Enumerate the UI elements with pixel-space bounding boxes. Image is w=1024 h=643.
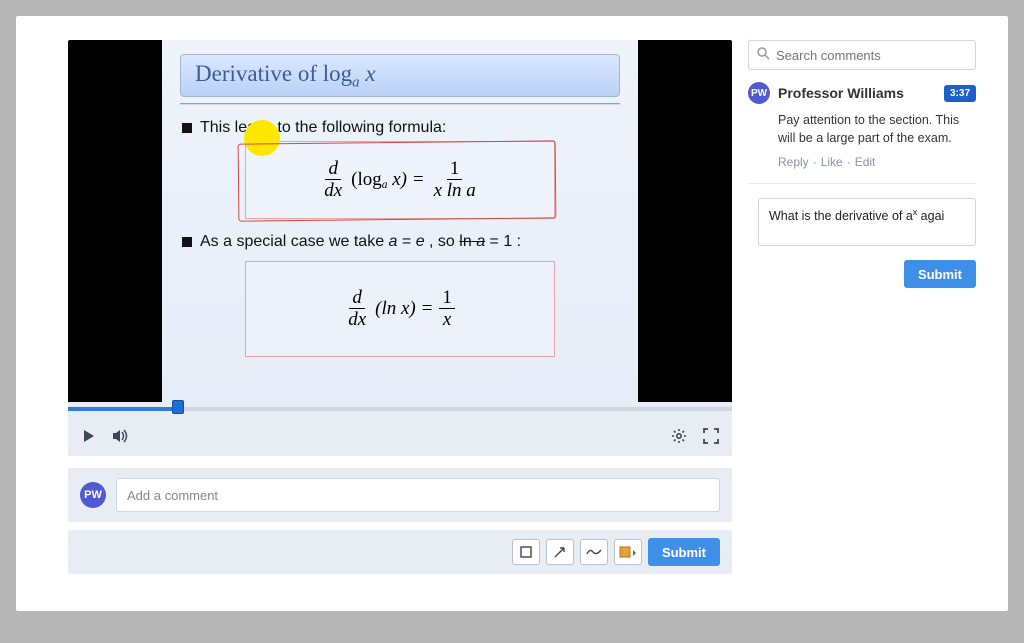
b2-a2: a (476, 233, 485, 250)
bullet-2: As a special case we take a = e , so ln … (182, 233, 638, 251)
slide-title-sub: a (352, 75, 359, 91)
slide-title-x: x (365, 61, 375, 86)
b2-ln: ln a (459, 233, 485, 250)
eq2-d-top: d (349, 288, 365, 309)
avatar: PW (80, 482, 106, 508)
search-comments[interactable] (748, 40, 976, 70)
slide-title-box: Derivative of loga x (180, 54, 620, 97)
eq2-lhs-frac: d dx (345, 288, 369, 329)
progress-bar[interactable] (68, 402, 732, 416)
comment-author: Professor Williams (778, 85, 936, 101)
eq1-d-top: d (325, 159, 341, 180)
b2-e: e (416, 233, 425, 250)
lecture-slide: Derivative of loga x This leads to the f… (162, 40, 638, 402)
progress-fill (68, 407, 179, 411)
equation-box-1: d dx (loga x) = 1 x ln a (245, 141, 555, 219)
like-link[interactable]: Like (821, 155, 843, 169)
comment-input[interactable] (116, 478, 720, 512)
b2-ln-txt: ln (459, 233, 471, 250)
eq2-rhs-bot: x (440, 309, 454, 329)
equation-box-2: d dx (ln x) = 1 x (245, 261, 555, 357)
eq2-rhs-top: 1 (439, 288, 455, 309)
progress-thumb[interactable] (172, 400, 184, 414)
play-icon[interactable] (80, 427, 98, 445)
eq2-mid: (ln x) = (375, 298, 433, 320)
eq1-mid-post: x) = (387, 169, 424, 190)
comments-sidebar: PW Professor Williams 3:37 Pay attention… (748, 40, 976, 595)
volume-icon[interactable] (112, 427, 130, 445)
comment-item: PW Professor Williams 3:37 Pay attention… (748, 82, 976, 184)
search-input[interactable] (776, 48, 967, 63)
comment-header: PW Professor Williams 3:37 (748, 82, 976, 104)
equation-1: d dx (loga x) = 1 x ln a (321, 159, 479, 200)
sep: · (847, 155, 851, 169)
tool-rectangle[interactable] (512, 539, 540, 565)
eq1-mid: (loga x) = (351, 169, 424, 191)
player-controls (68, 416, 732, 456)
reply-pre: What is the derivative of a (769, 209, 913, 223)
submit-button[interactable]: Submit (904, 260, 976, 288)
letterbox-right (638, 40, 710, 402)
slide-title: Derivative of loga x (195, 61, 605, 92)
eq1-d-bot: dx (321, 180, 345, 200)
submit-button[interactable]: Submit (648, 538, 720, 566)
b2-so: , so (425, 233, 460, 250)
bullet-icon (182, 123, 192, 133)
tool-color-picker[interactable] (614, 539, 642, 565)
bullet-icon (182, 237, 192, 247)
video-player: Derivative of loga x This leads to the f… (68, 40, 732, 456)
reply-submit-row: Submit (748, 260, 976, 288)
reply-post: agai (917, 209, 944, 223)
timestamp-badge[interactable]: 3:37 (944, 85, 976, 102)
slide-title-text: Derivative of log (195, 61, 352, 86)
reply-input[interactable]: What is the derivative of ax agai (758, 198, 976, 246)
b2-eq1: = (397, 233, 415, 250)
edit-link[interactable]: Edit (855, 155, 876, 169)
eq1-lhs-frac: d dx (321, 159, 345, 200)
eq2-rhs-frac: 1 x (439, 288, 455, 329)
fullscreen-icon[interactable] (702, 427, 720, 445)
avatar: PW (748, 82, 770, 104)
tool-arrow[interactable] (546, 539, 574, 565)
letterbox-left (90, 40, 162, 402)
bullet-2-text: As a special case we take a = e , so ln … (200, 233, 521, 251)
equation-2: d dx (ln x) = 1 x (345, 288, 455, 329)
eq1-rhs-frac: 1 x ln a (431, 159, 479, 200)
highlight-cursor (244, 120, 280, 156)
comment-composer: PW (68, 468, 732, 522)
title-underline (180, 103, 620, 105)
search-icon (757, 47, 770, 63)
app-frame: Derivative of loga x This leads to the f… (16, 16, 1008, 611)
b2-pre: As a special case we take (200, 233, 389, 250)
sep: · (813, 155, 817, 169)
bullet-1-text: This leads to the following formula: (200, 119, 446, 137)
b2-after: = 1 : (485, 233, 521, 250)
eq1-rhs-top: 1 (447, 159, 463, 180)
tool-freehand[interactable] (580, 539, 608, 565)
eq1-rhs-bot: x ln a (431, 180, 479, 200)
reply-link[interactable]: Reply (778, 155, 809, 169)
gear-icon[interactable] (670, 427, 688, 445)
comment-actions: Reply · Like · Edit (778, 155, 976, 169)
annotation-toolbar: Submit (68, 530, 732, 574)
video-stage[interactable]: Derivative of loga x This leads to the f… (68, 40, 732, 402)
eq1-mid-pre: (log (351, 169, 382, 190)
eq2-d-bot: dx (345, 309, 369, 329)
left-column: Derivative of loga x This leads to the f… (68, 40, 732, 595)
comment-body: Pay attention to the section. This will … (778, 112, 976, 147)
